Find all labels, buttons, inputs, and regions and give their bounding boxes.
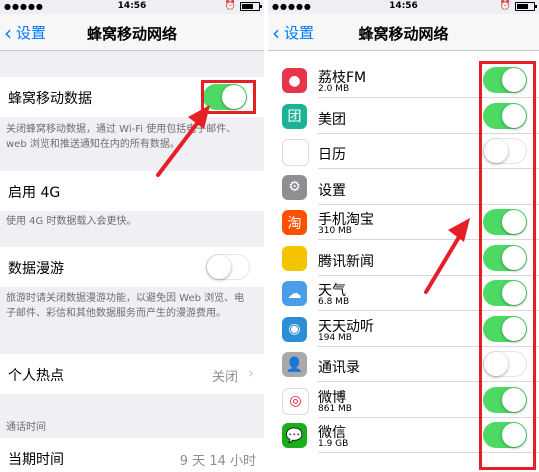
roaming-label: 数据漫游 [8, 261, 64, 277]
battery-icon [515, 1, 537, 11]
tencent-news-icon [282, 245, 307, 271]
roaming-row: 数据漫游 [0, 247, 264, 287]
alarm-icon: ⏰ [499, 1, 511, 11]
app-data-usage: 194 MB [318, 332, 352, 343]
status-bar: ●●●●● 14:56 ⏰ [0, 0, 264, 14]
red-arrow-icon [424, 218, 470, 294]
cellular-data-label: 蜂窝移动数据 [8, 91, 92, 107]
status-bar: ●●●●● 14:56 ⏰ [268, 0, 539, 14]
call-time-section-header: 通话时间 [6, 422, 46, 433]
4g-footer: 使用 4G 时数据载入会更快。 [6, 216, 137, 227]
calendar-icon [282, 139, 309, 166]
app-name: 腾讯新闻 [318, 253, 374, 270]
nav-bar: ‹ 设置 蜂窝移动网络 [268, 14, 539, 51]
page-title: 蜂窝移动网络 [358, 25, 449, 43]
chevron-right-icon: › [248, 364, 254, 382]
app-data-usage: 1.9 GB [318, 439, 349, 449]
left-screen: ●●●●● 14:56 ⏰ ‹ 设置 蜂窝移动网络 蜂窝移动数据 关闭蜂窝移动数据… [0, 0, 264, 472]
app-data-usage: 310 MB [318, 226, 352, 236]
taobao-icon: 淘 [282, 210, 307, 235]
current-period-row: 当期时间 9 天 14 小时 [0, 438, 264, 472]
enable-4g-row[interactable]: 启用 4G [0, 171, 264, 211]
current-period-value: 9 天 14 小时 [179, 454, 256, 469]
current-period-label: 当期时间 [8, 452, 64, 468]
app-name: 美团 [318, 111, 346, 128]
weibo-icon: ◎ [282, 387, 309, 415]
red-arrow-icon [156, 105, 210, 177]
highlight-box [479, 61, 536, 470]
app-name: 设置 [318, 182, 346, 199]
hotspot-row[interactable]: 个人热点 关闭 › [0, 354, 264, 394]
contacts-icon: 👤 [282, 352, 307, 377]
nav-bar: ‹ 设置 蜂窝移动网络 [0, 14, 264, 51]
right-screen: ●●●●● 14:56 ⏰ ‹ 设置 蜂窝移动网络 ● 荔枝FM 2.0 MB 团美团日… [268, 0, 539, 472]
status-time: 14:56 [389, 1, 418, 11]
wechat-icon: 💬 [282, 423, 307, 448]
alarm-icon: ⏰ [224, 1, 236, 11]
roaming-footer: 旅游时请关闭数据漫游功能，以避免因 Web 浏览、电子邮件、彩信和其他数据服务而… [6, 293, 245, 319]
switch-knob [207, 255, 231, 279]
hotspot-label: 个人热点 [8, 368, 64, 384]
ttpod-icon: ◉ [282, 316, 307, 342]
weather-icon: ☁ [282, 281, 307, 306]
meituan-icon: 团 [282, 103, 307, 129]
app-data-usage: 6.8 MB [318, 297, 350, 307]
page-title: 蜂窝移动网络 [86, 25, 177, 43]
enable-4g-label: 启用 4G [8, 185, 61, 201]
settings-gear-icon: ⚙ [282, 174, 307, 200]
app-name: 日历 [318, 147, 346, 163]
app-data-usage: 2.0 MB [318, 84, 350, 94]
app-data-usage: 861 MB [318, 403, 352, 414]
battery-icon [240, 1, 262, 11]
app-name: 通讯录 [318, 360, 360, 376]
hotspot-value: 关闭 [211, 370, 238, 385]
lizhi-fm-icon: ● [282, 68, 307, 93]
roaming-switch[interactable] [206, 254, 250, 280]
